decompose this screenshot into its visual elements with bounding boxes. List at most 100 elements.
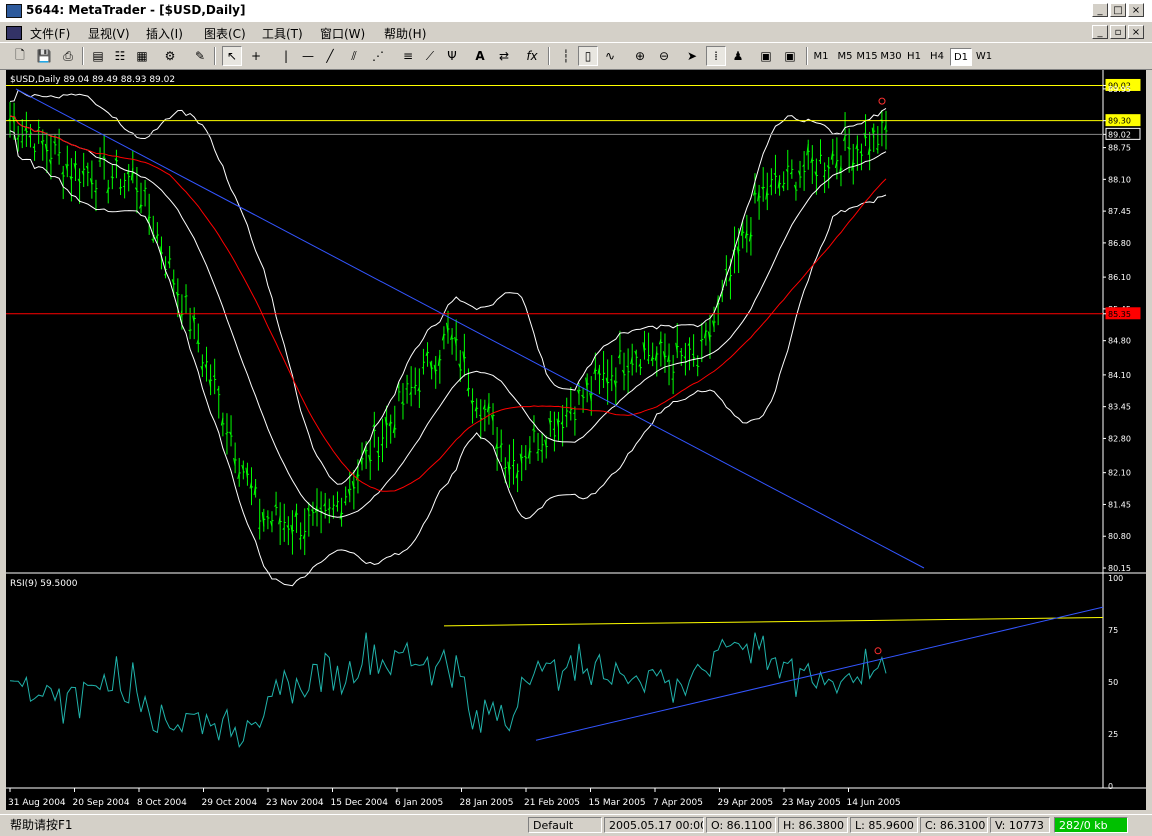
timeframe-m1[interactable]: M1 xyxy=(810,48,832,66)
templates-icon[interactable]: ▣ xyxy=(780,46,800,66)
price-axis-label: 80.15 xyxy=(1108,564,1131,573)
channel-icon[interactable]: ⫽ xyxy=(344,46,364,66)
status-volume: V: 10773 xyxy=(990,817,1050,833)
vertical-line-icon[interactable]: | xyxy=(276,46,296,66)
timeframe-d1[interactable]: D1 xyxy=(950,48,972,66)
menu-insert[interactable]: 插入(I) xyxy=(146,25,183,42)
status-time: 2005.05.17 00:00 xyxy=(604,817,704,833)
options-icon[interactable]: ⚙ xyxy=(160,46,180,66)
price-axis-label: 84.80 xyxy=(1108,337,1131,346)
date-axis-label: 15 Dec 2004 xyxy=(331,798,389,808)
timeframe-w1[interactable]: W1 xyxy=(973,48,995,66)
menu-window[interactable]: 窗口(W) xyxy=(320,25,365,42)
trendline-icon[interactable]: ╱ xyxy=(320,46,340,66)
price-axis-label: 82.80 xyxy=(1108,434,1131,443)
menu-charts[interactable]: 图表(C) xyxy=(204,25,246,42)
date-axis-label: 28 Jan 2005 xyxy=(460,798,514,808)
rsi-axis-label: 25 xyxy=(1108,730,1118,739)
status-traffic: 282/0 kb xyxy=(1054,817,1128,833)
minimize-button[interactable]: _ xyxy=(1092,3,1108,17)
price-axis-label: 81.45 xyxy=(1108,500,1131,509)
print-icon[interactable]: ⎙ xyxy=(58,46,78,66)
navigator-icon[interactable]: ☷ xyxy=(110,46,130,66)
date-axis-label: 23 Nov 2004 xyxy=(266,798,324,808)
menu-file[interactable]: 文件(F) xyxy=(30,25,70,42)
rsi-axis-label: 0 xyxy=(1108,782,1113,791)
function-icon[interactable]: fx xyxy=(522,46,542,66)
price-axis-label: 86.80 xyxy=(1108,239,1131,248)
indicators-icon[interactable]: ▣ xyxy=(756,46,776,66)
rsi-header: RSI(9) 59.5000 xyxy=(10,579,78,589)
pitchfork-icon[interactable]: Ψ xyxy=(442,46,462,66)
fibonacci-icon[interactable]: ⋰ xyxy=(368,46,388,66)
price-axis-label: 80.80 xyxy=(1108,532,1131,541)
price-axis-label: 89.02 xyxy=(1108,130,1131,139)
timeframe-m30[interactable]: M30 xyxy=(880,48,902,66)
date-axis-label: 29 Apr 2005 xyxy=(718,798,774,808)
price-axis-label: 82.10 xyxy=(1108,469,1131,478)
maximize-button[interactable]: □ xyxy=(1110,3,1126,17)
text-icon[interactable]: A xyxy=(470,46,490,66)
date-axis-label: 7 Apr 2005 xyxy=(653,798,703,808)
zoom-out-icon[interactable]: ⊖ xyxy=(654,46,674,66)
date-axis-label: 15 Mar 2005 xyxy=(589,798,646,808)
price-axis-label: 88.10 xyxy=(1108,175,1131,184)
autoscroll-icon[interactable]: ➤ xyxy=(682,46,702,66)
save-icon[interactable]: 💾 xyxy=(34,46,54,66)
toolbar-separator xyxy=(82,47,84,65)
mdi-close-button[interactable]: × xyxy=(1128,25,1144,39)
timeframe-h4[interactable]: H4 xyxy=(926,48,948,66)
horizontal-line-icon[interactable]: — xyxy=(298,46,318,66)
status-open: O: 86.1100 xyxy=(706,817,776,833)
date-axis-label: 31 Aug 2004 xyxy=(8,798,66,808)
timeframe-h1[interactable]: H1 xyxy=(903,48,925,66)
toolbar-separator xyxy=(548,47,550,65)
date-axis-label: 8 Oct 2004 xyxy=(137,798,187,808)
price-axis-label: 84.10 xyxy=(1108,371,1131,380)
line-chart-icon[interactable]: ∿ xyxy=(600,46,620,66)
menu-help[interactable]: 帮助(H) xyxy=(384,25,426,42)
price-chart[interactable]: 90.0289.9589.3089.0288.7588.1087.4586.80… xyxy=(6,70,1146,810)
document-icon[interactable] xyxy=(6,26,22,40)
new-chart-icon[interactable]: 🗋 xyxy=(10,46,30,66)
app-icon xyxy=(6,4,22,18)
date-axis-label: 6 Jan 2005 xyxy=(395,798,443,808)
price-axis-label: 86.10 xyxy=(1108,273,1131,282)
timeframe-m15[interactable]: M15 xyxy=(856,48,878,66)
gann-icon[interactable]: ⟋ xyxy=(420,46,440,66)
close-button[interactable]: × xyxy=(1128,3,1144,17)
timeframe-m5[interactable]: M5 xyxy=(834,48,856,66)
crosshair-icon[interactable]: + xyxy=(246,46,266,66)
status-profile[interactable]: Default xyxy=(528,817,602,833)
toolbar-separator xyxy=(214,47,216,65)
window-title: 5644: MetaTrader - [$USD,Daily] xyxy=(26,3,246,17)
price-axis-label: 89.30 xyxy=(1108,117,1131,126)
hline-grid-icon[interactable]: ≡ xyxy=(398,46,418,66)
chart-header: $USD,Daily 89.04 89.49 88.93 89.02 xyxy=(10,75,175,85)
status-close: C: 86.3100 xyxy=(920,817,988,833)
menu-view[interactable]: 显视(V) xyxy=(88,25,130,42)
date-axis-label: 23 May 2005 xyxy=(782,798,841,808)
mdi-restore-button[interactable]: ▫ xyxy=(1110,25,1126,39)
mdi-minimize-button[interactable]: _ xyxy=(1092,25,1108,39)
terminal-icon[interactable]: ▦ xyxy=(132,46,152,66)
period-separator-icon[interactable]: ♟ xyxy=(728,46,748,66)
menu-tools[interactable]: 工具(T) xyxy=(262,25,303,42)
candle-chart-icon[interactable]: ▯ xyxy=(578,46,598,66)
price-axis-label: 85.35 xyxy=(1108,310,1131,319)
bar-chart-icon[interactable]: ┆ xyxy=(556,46,576,66)
date-axis-label: 29 Oct 2004 xyxy=(202,798,258,808)
price-axis-label: 87.45 xyxy=(1108,207,1131,216)
chart-window[interactable]: 90.0289.9589.3089.0288.7588.1087.4586.80… xyxy=(6,70,1146,810)
expert-advisor-icon[interactable]: ✎ xyxy=(190,46,210,66)
chart-shift-icon[interactable]: ⁞ xyxy=(706,46,726,66)
toolbar: 🗋 💾 ⎙ ▤ ☷ ▦ ⚙ ✎ ↖ + | — ╱ ⫽ ⋰ ≡ ⟋ Ψ A ⇄ … xyxy=(0,42,1152,70)
zoom-in-icon[interactable]: ⊕ xyxy=(630,46,650,66)
cursor-icon[interactable]: ↖ xyxy=(222,46,242,66)
market-watch-icon[interactable]: ▤ xyxy=(88,46,108,66)
arrow-label-icon[interactable]: ⇄ xyxy=(494,46,514,66)
status-high: H: 86.3800 xyxy=(778,817,848,833)
date-axis-label: 20 Sep 2004 xyxy=(73,798,130,808)
rsi-axis-label: 50 xyxy=(1108,678,1118,687)
title-bar: 5644: MetaTrader - [$USD,Daily] _ □ × xyxy=(0,0,1152,23)
